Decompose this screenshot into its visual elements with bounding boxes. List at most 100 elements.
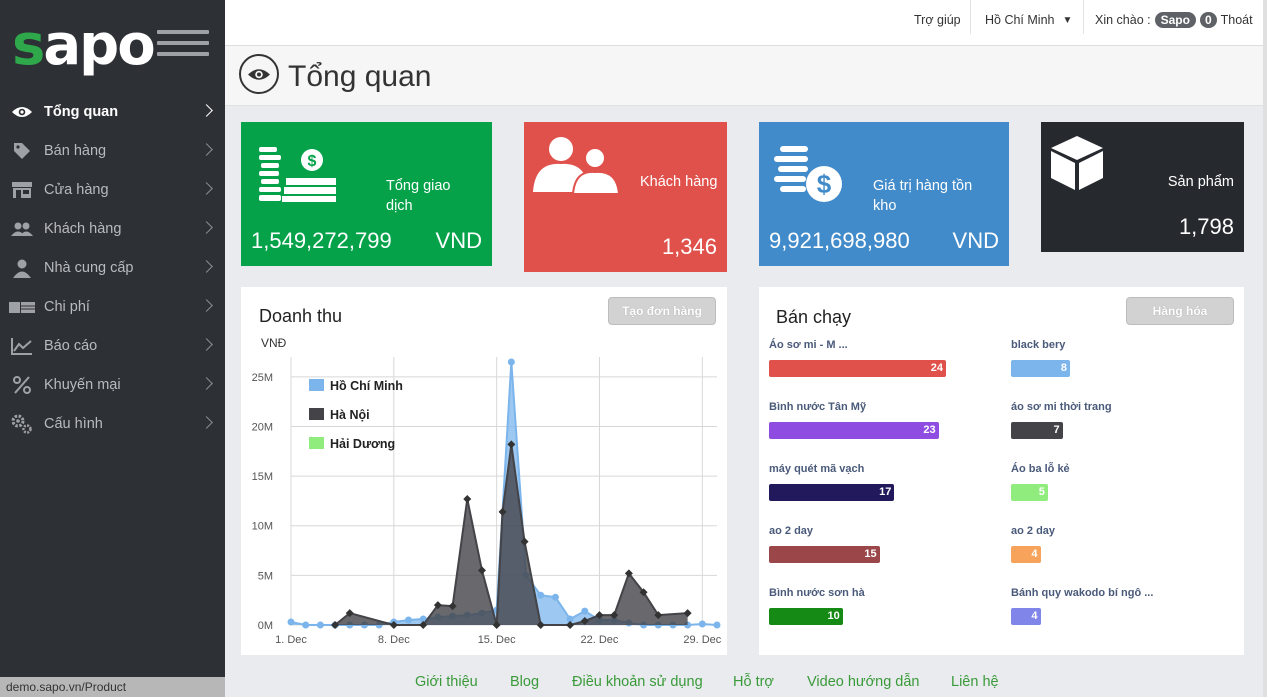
sapo-logo[interactable]: sapo [12, 18, 156, 74]
help-link[interactable]: Trợ giúp [914, 0, 961, 40]
footer-link-support[interactable]: Hỗ trợ [733, 674, 774, 690]
footer-link-videos[interactable]: Video hướng dẫn [807, 674, 919, 690]
chevron-right-icon [200, 182, 213, 195]
sidebar-nav: Tổng quan Bán hàng Cửa hàng Khách hàng N… [0, 92, 225, 443]
bestseller-name: ao 2 day [769, 525, 814, 537]
page-header: Tổng quan [225, 46, 1267, 106]
x-tick-label: 29. Dec [683, 634, 721, 646]
sidebar-item-customers[interactable]: Khách hàng [0, 209, 225, 248]
legend-swatch [309, 379, 324, 391]
bestseller-name: Bình nước sơn hà [769, 587, 865, 599]
bestseller-name: áo sơ mi thời trang [1011, 401, 1112, 413]
chevron-right-icon [200, 104, 213, 117]
x-tick-label: 22. Dec [581, 634, 619, 646]
bestseller-qty: 8 [1060, 362, 1067, 374]
sidebar-item-promotions[interactable]: Khuyến mại [0, 365, 225, 404]
y-tick-label: 5M [258, 570, 273, 582]
bestseller-bar: 23 [769, 422, 939, 439]
supplier-icon [0, 258, 44, 278]
menu-toggle-icon[interactable] [157, 30, 209, 66]
bestseller-item[interactable]: black bery 8 [1011, 339, 1241, 377]
legend-swatch [309, 408, 324, 420]
create-order-button[interactable]: Tạo đơn hàng [608, 297, 716, 325]
store-icon [0, 181, 44, 199]
bestseller-bar: 4 [1011, 546, 1041, 563]
series-point [551, 593, 559, 601]
bestseller-item[interactable]: áo sơ mi thời trang 7 [1011, 401, 1241, 439]
stat-value: 1,549,272,799 [251, 228, 392, 253]
panel-title: Doanh thu [259, 306, 343, 326]
sidebar: sapo Tổng quan Bán hàng Cửa hàng Khách h… [0, 0, 225, 697]
bestseller-item[interactable]: Áo sơ mi - M ... 24 [769, 339, 999, 377]
footer-link-about[interactable]: Giới thiệu [415, 674, 478, 690]
bestseller-qty: 17 [879, 486, 892, 498]
sidebar-item-label: Nhà cung cấp [44, 259, 134, 276]
legend-label: Hồ Chí Minh [330, 379, 403, 393]
chevron-right-icon [200, 143, 213, 156]
bestseller-name: Áo ba lỗ kẻ [1011, 463, 1070, 475]
bestseller-item[interactable]: Bánh quy wakodo bí ngô ... 4 [1011, 587, 1241, 625]
bestseller-name: black bery [1011, 339, 1066, 351]
footer-link-blog[interactable]: Blog [510, 674, 539, 690]
sidebar-item-label: Tổng quan [44, 103, 119, 120]
caret-down-icon: ▼ [1062, 14, 1073, 26]
sidebar-item-label: Bán hàng [44, 142, 107, 159]
bestseller-item[interactable]: ao 2 day 4 [1011, 525, 1241, 563]
series-point [713, 621, 721, 629]
series-point [287, 618, 295, 626]
sidebar-item-store[interactable]: Cửa hàng [0, 170, 225, 209]
location-dropdown[interactable]: Hồ Chí Minh ▼ [985, 0, 1072, 40]
gears-icon [0, 414, 44, 434]
legend-label: Hải Dương [330, 437, 395, 451]
sidebar-item-overview[interactable]: Tổng quan [0, 92, 225, 131]
chevron-right-icon [200, 299, 213, 312]
bestseller-item[interactable]: Bình nước Tân Mỹ 23 [769, 401, 999, 439]
y-tick-label: 0M [258, 620, 273, 632]
panel-title: Bán chạy [776, 307, 852, 327]
page-title: Tổng quan [288, 60, 432, 93]
stat-card-products[interactable]: Sản phẩm 1,798 [1041, 122, 1244, 252]
sidebar-item-label: Báo cáo [44, 337, 98, 354]
bestseller-item[interactable]: ao 2 day 15 [769, 525, 999, 563]
sidebar-item-label: Cửa hàng [44, 181, 109, 198]
cube-icon [1051, 136, 1103, 190]
bestseller-qty: 10 [827, 610, 840, 622]
bestseller-item[interactable]: máy quét mã vạch 17 [769, 463, 999, 501]
stat-card-customers[interactable]: Khách hàng 1,346 [524, 122, 727, 272]
bestseller-bar: 8 [1011, 360, 1070, 377]
legend-swatch [309, 437, 324, 449]
sidebar-item-label: Khuyến mại [44, 376, 121, 393]
bestseller-bar: 15 [769, 546, 880, 563]
bestseller-item[interactable]: Bình nước sơn hà 10 [769, 587, 999, 625]
percent-icon [0, 375, 44, 394]
scrollbar[interactable] [1263, 0, 1267, 697]
bestseller-bar: 17 [769, 484, 895, 501]
stat-card-inventory[interactable]: $ Giá trị hàng tồn kho 9,921,698,980 VND [759, 122, 1009, 266]
x-tick-label: 1. Dec [275, 634, 307, 646]
stat-card-transactions[interactable]: $ Tổng giao dịch 1,549,272,799 VND [241, 122, 492, 266]
sidebar-item-settings[interactable]: Cấu hình [0, 404, 225, 443]
logout-link[interactable]: Thoát [1221, 13, 1253, 27]
sidebar-item-suppliers[interactable]: Nhà cung cấp [0, 248, 225, 287]
sidebar-item-expenses[interactable]: Chi phí [0, 287, 225, 326]
stat-value: 1,798 [1178, 214, 1234, 239]
sidebar-item-sales[interactable]: Bán hàng [0, 131, 225, 170]
series-point [537, 591, 545, 599]
bestseller-item[interactable]: Áo ba lỗ kẻ 5 [1011, 463, 1241, 501]
y-axis-label: VNĐ [261, 336, 287, 350]
user-badge[interactable]: Sapo [1154, 12, 1196, 28]
stat-value: 1,346 [661, 234, 717, 259]
products-button[interactable]: Hàng hóa [1126, 297, 1234, 325]
footer-link-terms[interactable]: Điều khoản sử dụng [572, 674, 703, 690]
sidebar-item-reports[interactable]: Báo cáo [0, 326, 225, 365]
footer-link-contact[interactable]: Liên hệ [951, 674, 999, 690]
notification-badge[interactable]: 0 [1199, 12, 1217, 28]
users-icon [0, 221, 44, 237]
top-bar: Trợ giúp Hồ Chí Minh ▼ Xin chào : Sapo 0… [225, 0, 1267, 46]
series-point [463, 494, 472, 503]
bestseller-bar: 24 [769, 360, 946, 377]
legend-label: Hà Nội [330, 408, 370, 422]
stat-label: Sản phẩm [1167, 174, 1234, 190]
bestseller-qty: 15 [864, 548, 877, 560]
tag-icon [0, 141, 44, 161]
